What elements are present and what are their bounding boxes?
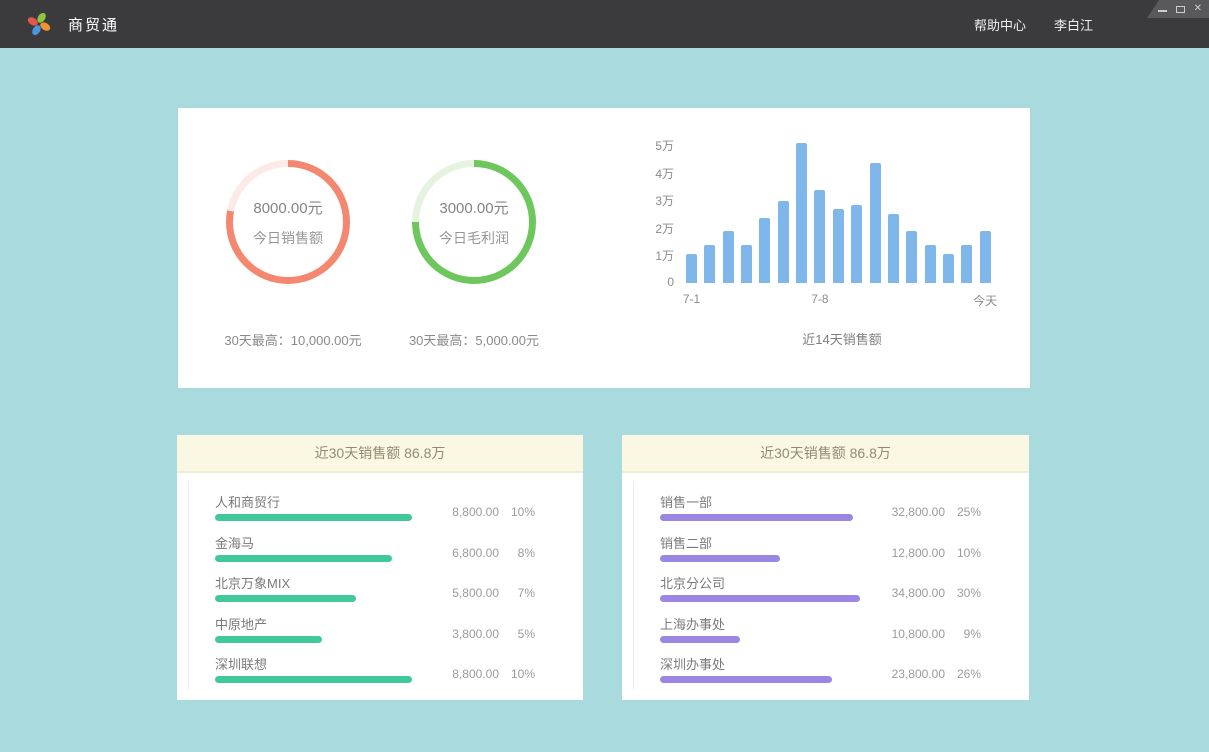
ranking-row-amount: 10,800.00 <box>873 627 945 641</box>
ranking-row-bar <box>215 676 412 683</box>
x-axis-tick: 今天 <box>973 292 997 309</box>
summary-card: 8000.00元 今日销售额 30天最高：10,000.00元 3000.00元… <box>178 108 1030 388</box>
ranking-row-bar <box>215 555 392 562</box>
department-ranking-card: 近30天销售额 86.8万 销售一部32,800.0025%销售二部12,800… <box>622 435 1029 700</box>
ranking-row-amount: 23,800.00 <box>873 667 945 681</box>
customer-ranking-card: 近30天销售额 86.8万 人和商贸行8,800.0010%金海马6,800.0… <box>177 435 583 700</box>
customer-ranking-title: 近30天销售额 86.8万 <box>177 435 583 473</box>
ranking-row-values: 8,800.0010% <box>427 667 535 681</box>
ranking-row: 人和商贸行8,800.0010% <box>215 495 535 536</box>
ranking-row-bar <box>215 636 322 643</box>
daily-sales-bar-3 <box>741 245 752 284</box>
ranking-row: 北京万象MIX5,800.007% <box>215 576 535 617</box>
ranking-row-amount: 8,800.00 <box>427 667 499 681</box>
ranking-row-amount: 8,800.00 <box>427 505 499 519</box>
ranking-row-values: 10,800.009% <box>873 627 981 641</box>
today-sales-value: 8000.00元 <box>253 197 322 218</box>
daily-sales-bar-12 <box>906 231 917 283</box>
y-axis-tick: 5万 <box>648 137 674 154</box>
daily-sales-bar-14 <box>943 254 954 283</box>
bar-chart-title: 近14天销售额 <box>648 329 1018 348</box>
y-axis-tick: 2万 <box>648 220 674 237</box>
ranking-row: 深圳联想8,800.0010% <box>215 657 535 698</box>
window-controls: ✕ <box>1147 0 1209 18</box>
ranking-row-bar <box>215 595 356 602</box>
today-sales-label: 今日销售额 <box>253 228 323 248</box>
ranking-row-amount: 34,800.00 <box>873 586 945 600</box>
ranking-row-bar <box>215 514 412 521</box>
minimize-icon[interactable] <box>1158 10 1167 12</box>
ranking-row-amount: 5,800.00 <box>427 586 499 600</box>
daily-sales-bar-chart: 近14天销售额 5万 4万 3万 2万 1万 0 7-1 7-8 今天 <box>648 133 1018 378</box>
daily-sales-bar-5 <box>778 201 789 284</box>
ranking-row-bar <box>660 636 740 643</box>
ranking-row-percent: 8% <box>499 546 535 560</box>
y-axis-tick: 0 <box>648 275 674 289</box>
ranking-row-values: 6,800.008% <box>427 546 535 560</box>
user-name-link[interactable]: 李白江 <box>1054 15 1093 34</box>
titlebar: 商贸通 帮助中心 李白江 ✕ <box>0 0 1209 48</box>
pinwheel-logo-icon <box>27 12 51 36</box>
x-axis-tick: 7-1 <box>683 292 700 306</box>
ranking-row-values: 34,800.0030% <box>873 586 981 600</box>
ranking-row: 深圳办事处23,800.0026% <box>660 657 981 698</box>
x-axis-tick: 7-8 <box>811 292 828 306</box>
ranking-row-amount: 6,800.00 <box>427 546 499 560</box>
ranking-row: 销售一部32,800.0025% <box>660 495 981 536</box>
daily-sales-bar-10 <box>870 163 881 283</box>
daily-sales-bar-2 <box>723 231 734 283</box>
ranking-row-percent: 10% <box>499 667 535 681</box>
daily-sales-bar-16 <box>980 231 991 283</box>
ranking-row-percent: 7% <box>499 586 535 600</box>
ranking-row-percent: 10% <box>499 505 535 519</box>
ranking-row-bar <box>660 555 780 562</box>
daily-sales-bar-15 <box>961 245 972 284</box>
daily-sales-bar-11 <box>888 214 899 283</box>
ranking-row: 上海办事处10,800.009% <box>660 617 981 658</box>
maximize-icon[interactable] <box>1176 6 1185 13</box>
ranking-row-values: 12,800.0010% <box>873 546 981 560</box>
close-icon[interactable]: ✕ <box>1194 4 1202 14</box>
daily-sales-bar-9 <box>851 205 862 283</box>
ranking-row-amount: 12,800.00 <box>873 546 945 560</box>
daily-sales-bar-4 <box>759 218 770 283</box>
today-profit-donut: 3000.00元 今日毛利润 <box>412 160 536 284</box>
app-title: 商贸通 <box>68 14 119 35</box>
ranking-row-bar <box>660 676 832 683</box>
daily-sales-bar-8 <box>833 209 844 283</box>
today-profit-label: 今日毛利润 <box>439 228 509 248</box>
y-axis-tick: 4万 <box>648 165 674 182</box>
ranking-row-bar <box>660 595 860 602</box>
y-axis-tick: 3万 <box>648 192 674 209</box>
help-center-link[interactable]: 帮助中心 <box>974 15 1026 34</box>
ranking-row: 北京分公司34,800.0030% <box>660 576 981 617</box>
ranking-row: 销售二部12,800.0010% <box>660 536 981 577</box>
daily-sales-bar-13 <box>925 245 936 284</box>
ranking-row-values: 23,800.0026% <box>873 667 981 681</box>
ranking-row-values: 5,800.007% <box>427 586 535 600</box>
ranking-row-percent: 25% <box>945 505 981 519</box>
ranking-row-bar <box>660 514 853 521</box>
ranking-row: 金海马6,800.008% <box>215 536 535 577</box>
daily-sales-bar-1 <box>704 245 715 284</box>
ranking-row-values: 8,800.0010% <box>427 505 535 519</box>
today-profit-caption: 30天最高：5,000.00元 <box>359 330 589 349</box>
ranking-row-values: 3,800.005% <box>427 627 535 641</box>
ranking-row-values: 32,800.0025% <box>873 505 981 519</box>
daily-sales-bar-7 <box>814 190 825 284</box>
daily-sales-bar-0 <box>686 254 697 283</box>
today-profit-value: 3000.00元 <box>439 197 508 218</box>
ranking-row-percent: 30% <box>945 586 981 600</box>
ranking-row-percent: 26% <box>945 667 981 681</box>
department-ranking-title: 近30天销售额 86.8万 <box>622 435 1029 473</box>
ranking-row-percent: 9% <box>945 627 981 641</box>
ranking-row-amount: 3,800.00 <box>427 627 499 641</box>
daily-sales-bar-6 <box>796 143 807 283</box>
ranking-row-percent: 5% <box>499 627 535 641</box>
ranking-row-amount: 32,800.00 <box>873 505 945 519</box>
y-axis-tick: 1万 <box>648 247 674 264</box>
ranking-row: 中原地产3,800.005% <box>215 617 535 658</box>
ranking-row-percent: 10% <box>945 546 981 560</box>
today-sales-donut: 8000.00元 今日销售额 <box>226 160 350 284</box>
